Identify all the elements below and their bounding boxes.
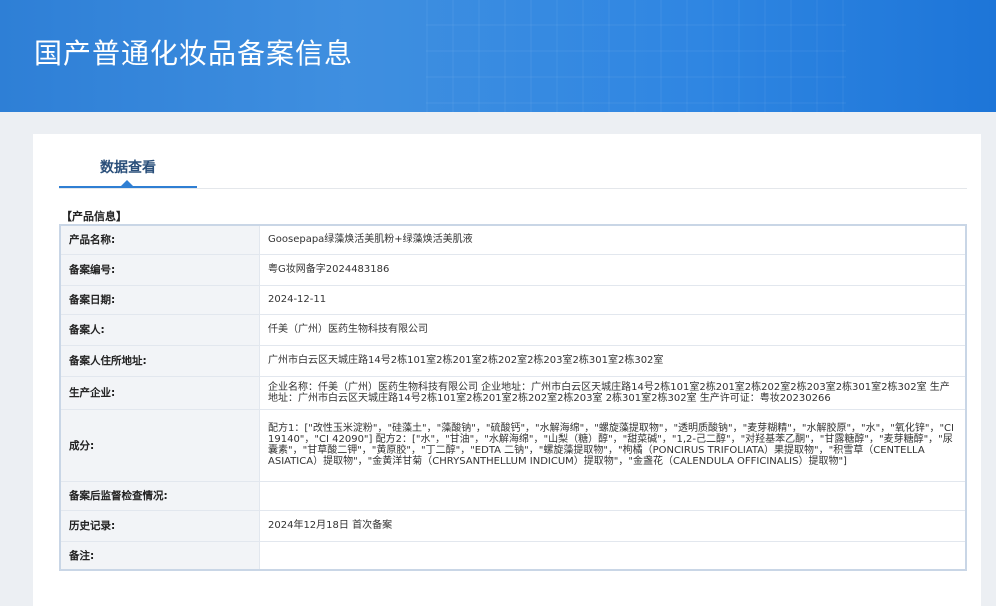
table-row: 成分: 配方1：["改性玉米淀粉"，"硅藻土"，"藻酸钠"，"硫酸钙"，"水解海… bbox=[59, 408, 967, 482]
table-row: 生产企业: 企业名称：仟美（广州）医药生物科技有限公司 企业地址：广州市白云区天… bbox=[59, 375, 967, 410]
row-label: 备案人: bbox=[59, 313, 260, 346]
history-value: 2024年12月18日 首次备案 bbox=[259, 509, 967, 542]
row-label: 备案编号: bbox=[59, 253, 260, 286]
table-row: 产品名称: Goosepapa绿藻焕活美肌粉+绿藻焕活美肌液 bbox=[59, 224, 967, 255]
content-card: 数据查看 【产品信息】 产品名称: Goosepapa绿藻焕活美肌粉+绿藻焕活美… bbox=[33, 134, 981, 606]
row-label: 备案后监督检查情况: bbox=[59, 480, 260, 511]
table-row: 备案后监督检查情况: bbox=[59, 480, 967, 511]
registration-date-value: 2024-12-11 bbox=[259, 284, 967, 315]
registrant-value: 仟美（广州）医药生物科技有限公司 bbox=[259, 313, 967, 346]
row-label: 产品名称: bbox=[59, 224, 260, 255]
row-label: 生产企业: bbox=[59, 375, 260, 410]
table-row: 备注: bbox=[59, 540, 967, 571]
tab-bar: 数据查看 bbox=[59, 134, 967, 189]
tab-active-indicator bbox=[121, 180, 133, 186]
row-label: 备案人住所地址: bbox=[59, 344, 260, 377]
tab-data-view[interactable]: 数据查看 bbox=[59, 134, 197, 188]
table-row: 备案日期: 2024-12-11 bbox=[59, 284, 967, 315]
product-info-table: 产品名称: Goosepapa绿藻焕活美肌粉+绿藻焕活美肌液 备案编号: 粤G妆… bbox=[59, 224, 967, 571]
manufacturer-value: 企业名称：仟美（广州）医药生物科技有限公司 企业地址：广州市白云区天城庄路14号… bbox=[259, 375, 967, 410]
table-row: 备案编号: 粤G妆网备字2024483186 bbox=[59, 253, 967, 286]
row-label: 成分: bbox=[59, 408, 260, 482]
section-heading: 【产品信息】 bbox=[61, 210, 127, 223]
row-label: 备注: bbox=[59, 540, 260, 571]
banner-decoration bbox=[426, 0, 846, 112]
ingredients-value: 配方1：["改性玉米淀粉"，"硅藻土"，"藻酸钠"，"硫酸钙"，"水解海绵"，"… bbox=[259, 408, 967, 482]
header-banner: 国产普通化妆品备案信息 bbox=[0, 0, 996, 112]
tab-label: 数据查看 bbox=[100, 160, 156, 176]
row-label: 历史记录: bbox=[59, 509, 260, 542]
remarks-value bbox=[259, 540, 967, 571]
supervision-value bbox=[259, 480, 967, 511]
product-name-value: Goosepapa绿藻焕活美肌粉+绿藻焕活美肌液 bbox=[259, 224, 967, 255]
table-row: 备案人: 仟美（广州）医药生物科技有限公司 bbox=[59, 313, 967, 346]
table-row: 备案人住所地址: 广州市白云区天城庄路14号2栋101室2栋201室2栋202室… bbox=[59, 344, 967, 377]
row-label: 备案日期: bbox=[59, 284, 260, 315]
table-row: 历史记录: 2024年12月18日 首次备案 bbox=[59, 509, 967, 542]
registrant-address-value: 广州市白云区天城庄路14号2栋101室2栋201室2栋202室2栋203室2栋3… bbox=[259, 344, 967, 377]
page-title: 国产普通化妆品备案信息 bbox=[34, 37, 354, 70]
registration-number-value: 粤G妆网备字2024483186 bbox=[259, 253, 967, 286]
